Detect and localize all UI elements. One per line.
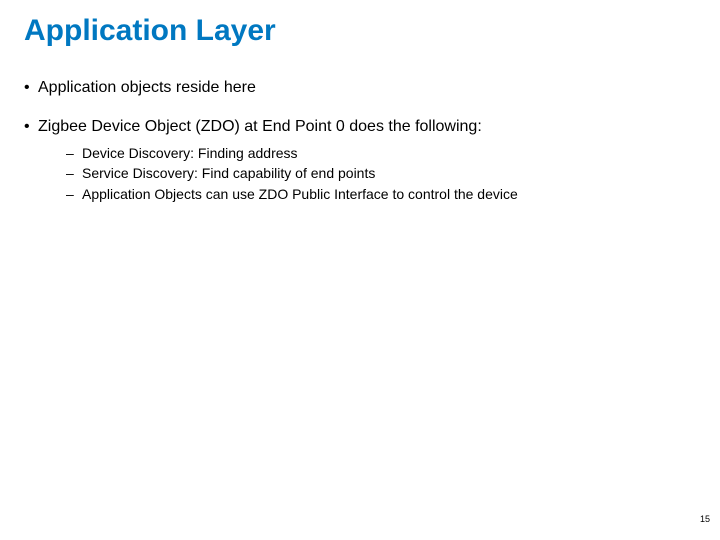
- bullet-text: Zigbee Device Object (ZDO) at End Point …: [38, 118, 482, 135]
- slide-content: Application objects reside here Zigbee D…: [0, 48, 720, 204]
- sub-bullet-item: Application Objects can use ZDO Public I…: [54, 185, 696, 204]
- page-number: 15: [700, 514, 710, 524]
- bullet-item: Zigbee Device Object (ZDO) at End Point …: [24, 117, 696, 204]
- sub-bullet-item: Service Discovery: Find capability of en…: [54, 164, 696, 183]
- sub-bullet-list: Device Discovery: Finding address Servic…: [38, 144, 696, 205]
- bullet-item: Application objects reside here: [24, 78, 696, 99]
- sub-bullet-item: Device Discovery: Finding address: [54, 144, 696, 163]
- slide-title: Application Layer: [0, 0, 720, 48]
